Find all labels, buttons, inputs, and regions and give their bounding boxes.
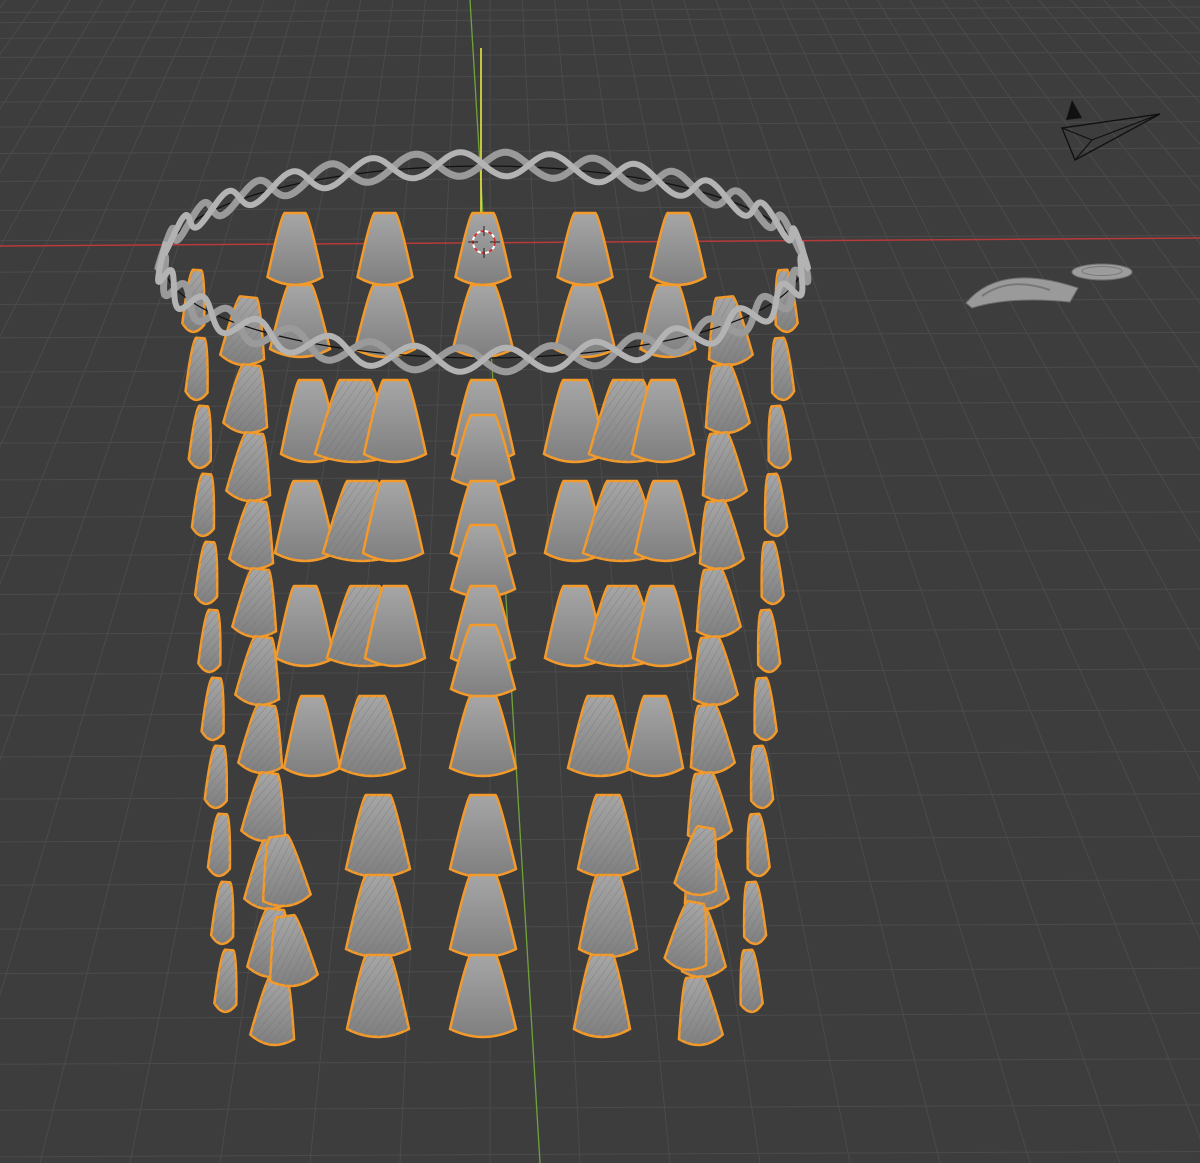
scale-segment[interactable] (187, 404, 214, 470)
distant-object-fan[interactable] (965, 277, 1079, 309)
scale-segment[interactable] (768, 336, 796, 402)
scale-segment[interactable] (765, 404, 792, 470)
scale-segment[interactable] (197, 608, 224, 674)
scale-segment[interactable] (282, 694, 342, 778)
scale-segment[interactable] (633, 479, 697, 563)
scale-segment[interactable] (193, 540, 221, 606)
scale-segment[interactable] (203, 744, 230, 810)
scale-segment[interactable] (688, 635, 740, 707)
scale-segment[interactable] (239, 771, 291, 843)
scale-segment[interactable] (448, 873, 518, 959)
scale-segment[interactable] (206, 812, 233, 878)
scale-segment[interactable] (200, 676, 227, 742)
scale-segment[interactable] (184, 336, 211, 402)
scale-segment[interactable] (577, 873, 639, 959)
scale-segment[interactable] (737, 948, 764, 1014)
scale-segment[interactable] (356, 211, 414, 287)
3d-viewport[interactable] (0, 0, 1200, 1163)
scale-segment[interactable] (751, 676, 778, 742)
scale-segment[interactable] (190, 472, 217, 538)
scale-segment[interactable] (700, 363, 752, 435)
camera-icon[interactable] (1061, 100, 1161, 161)
scale-segment[interactable] (448, 793, 518, 879)
scale-segment[interactable] (740, 880, 768, 946)
scale-segment[interactable] (697, 431, 749, 503)
scale-segment[interactable] (572, 953, 632, 1039)
scale-segment[interactable] (337, 694, 407, 778)
scale-segment[interactable] (454, 211, 512, 287)
viewport-canvas[interactable] (0, 0, 1200, 1163)
scale-segment[interactable] (744, 812, 771, 878)
scale-segment[interactable] (227, 499, 279, 571)
scale-segment[interactable] (344, 793, 412, 879)
scale-segment[interactable] (448, 694, 518, 778)
scale-segment[interactable] (685, 703, 737, 775)
distant-object-disc[interactable] (1071, 263, 1133, 281)
scale-segment[interactable] (566, 694, 634, 778)
scale-segment[interactable] (345, 953, 411, 1039)
scale-segment[interactable] (230, 567, 282, 639)
scale-segment[interactable] (213, 948, 240, 1014)
scale-segment[interactable] (625, 694, 685, 778)
scale-segment[interactable] (694, 499, 746, 571)
scale-segment[interactable] (274, 584, 336, 668)
scale-segment[interactable] (761, 472, 789, 538)
scale-segment[interactable] (556, 211, 614, 287)
scale-segment[interactable] (649, 211, 707, 287)
scale-segment[interactable] (673, 975, 725, 1047)
scale-segment[interactable] (221, 363, 273, 435)
scale-segment[interactable] (344, 873, 412, 959)
scale-segment[interactable] (209, 880, 237, 946)
scale-segment[interactable] (747, 744, 775, 810)
scale-segment[interactable] (448, 953, 518, 1039)
scale-segment[interactable] (576, 793, 640, 879)
scale-segment[interactable] (266, 211, 324, 287)
scale-segment[interactable] (754, 608, 782, 674)
scale-segment[interactable] (758, 540, 785, 606)
